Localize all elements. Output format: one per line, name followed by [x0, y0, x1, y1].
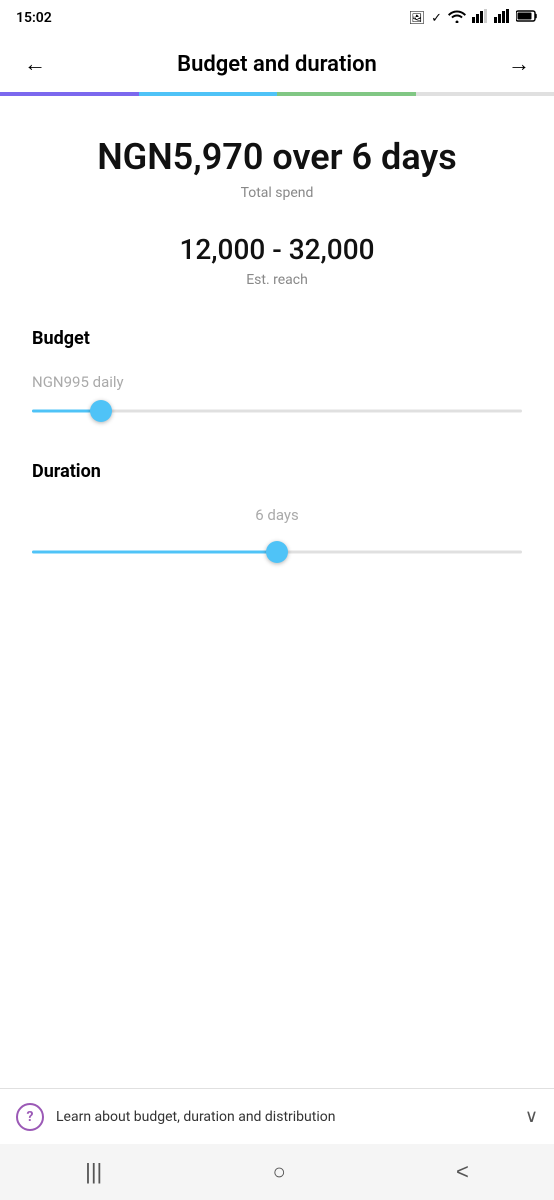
- spend-label: Total spend: [32, 185, 522, 201]
- nav-bar: ||| ○ <: [0, 1144, 554, 1200]
- duration-value-label: 6 days: [247, 506, 307, 524]
- progress-bar: [0, 92, 554, 96]
- duration-label-container: 6 days: [32, 506, 522, 542]
- nav-back-button[interactable]: <: [436, 1151, 489, 1193]
- forward-button[interactable]: →: [500, 47, 538, 81]
- back-button[interactable]: ←: [16, 47, 54, 81]
- budget-slider-thumb: [90, 400, 112, 422]
- progress-segment-3: [277, 92, 416, 96]
- main-content: NGN5,970 over 6 days Total spend 12,000 …: [0, 96, 554, 562]
- budget-value-label: NGN995 daily: [32, 373, 522, 391]
- progress-segment-1: [0, 92, 139, 96]
- budget-slider-section: NGN995 daily: [32, 373, 522, 421]
- budget-section-title: Budget: [32, 328, 522, 349]
- duration-section-title: Duration: [32, 461, 522, 482]
- status-bar: 15:02 🖼 ✓: [0, 0, 554, 36]
- battery-icon: [516, 10, 538, 26]
- duration-slider-section: 6 days: [32, 506, 522, 562]
- check-icon: ✓: [431, 11, 442, 26]
- duration-slider-wrapper[interactable]: [32, 542, 522, 562]
- status-icons: 🖼 ✓: [409, 9, 538, 27]
- duration-slider-bg: [32, 551, 522, 554]
- budget-slider-fill: [32, 410, 101, 413]
- duration-slider-fill: [32, 551, 277, 554]
- budget-slider-bg: [32, 410, 522, 413]
- duration-slider-thumb: [266, 541, 288, 563]
- spend-amount: NGN5,970 over 6 days: [32, 136, 522, 179]
- wifi-icon: [448, 9, 466, 27]
- progress-segment-2: [139, 92, 278, 96]
- header: ← Budget and duration →: [0, 36, 554, 92]
- reach-label: Est. reach: [32, 272, 522, 288]
- status-time: 15:02: [16, 10, 52, 26]
- photo-icon: 🖼: [409, 11, 426, 26]
- help-bar-left: ? Learn about budget, duration and distr…: [16, 1103, 335, 1131]
- chevron-down-icon[interactable]: ∨: [525, 1106, 538, 1127]
- help-bar[interactable]: ? Learn about budget, duration and distr…: [0, 1088, 554, 1144]
- reach-amount: 12,000 - 32,000: [32, 233, 522, 266]
- nav-menu-button[interactable]: |||: [65, 1151, 122, 1193]
- signal1-icon: [472, 9, 488, 27]
- help-icon: ?: [16, 1103, 44, 1131]
- page-title: Budget and duration: [177, 52, 377, 77]
- help-text: Learn about budget, duration and distrib…: [56, 1109, 335, 1125]
- signal2-icon: [494, 9, 510, 27]
- progress-segment-4: [416, 92, 554, 96]
- budget-slider-wrapper[interactable]: [32, 401, 522, 421]
- nav-home-button[interactable]: ○: [252, 1151, 305, 1193]
